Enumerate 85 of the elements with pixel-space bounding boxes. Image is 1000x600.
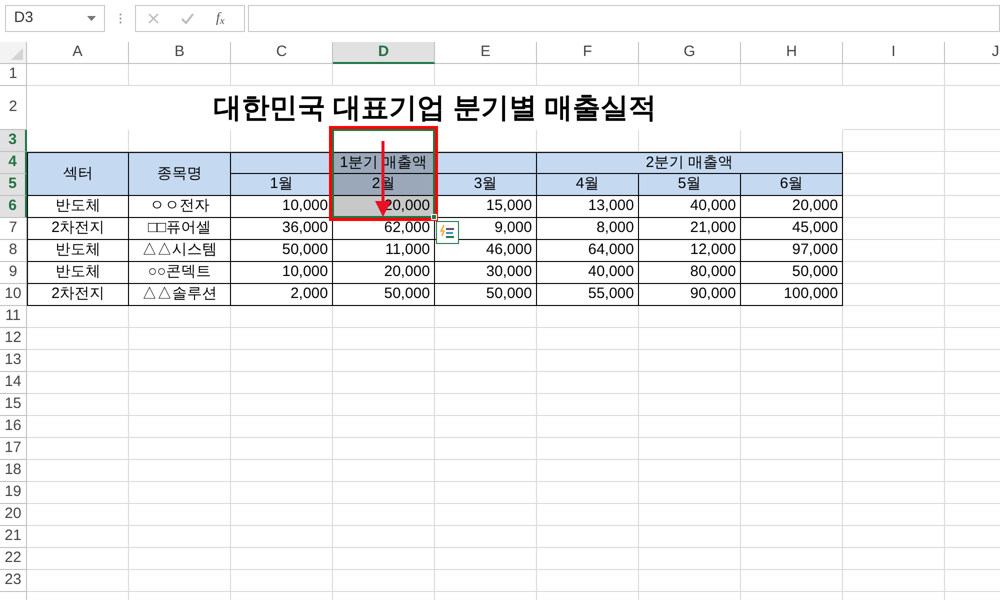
table-cell: 반도체 [27, 262, 129, 284]
row-header[interactable]: 4 [0, 152, 27, 174]
table-cell: △△시스템 [129, 240, 231, 262]
row-header[interactable]: 10 [0, 284, 27, 306]
header-cell: 3월 [435, 174, 537, 196]
row-header[interactable]: 14 [0, 372, 27, 394]
table-cell: 2차전지 [27, 218, 129, 240]
header-cell: 5월 [639, 174, 741, 196]
table-cell: 2차전지 [27, 284, 129, 306]
table-cell: 100,000 [741, 284, 843, 306]
table-cell: 97,000 [741, 240, 843, 262]
table-cell: 80,000 [639, 262, 741, 284]
table-cell: 50,000 [333, 284, 435, 306]
header-cell: 종목명 [129, 152, 231, 196]
table-cell: □□퓨어셀 [129, 218, 231, 240]
column-header[interactable]: D [333, 42, 435, 64]
column-header[interactable]: H [741, 42, 843, 64]
row-header[interactable]: 3 [0, 130, 27, 152]
table-cell: △△솔루션 [129, 284, 231, 306]
insert-function-button[interactable]: f$_{x}$ [216, 12, 225, 26]
table-cell: 45,000 [741, 218, 843, 240]
header-cell: 섹터 [27, 152, 129, 196]
header-cell: 4월 [537, 174, 639, 196]
cancel-icon[interactable] [148, 13, 159, 24]
table-cell: 64,000 [537, 240, 639, 262]
table-cell: 13,000 [537, 196, 639, 218]
table-cell: 36,000 [231, 218, 333, 240]
column-header[interactable]: E [435, 42, 537, 64]
column-header[interactable]: C [231, 42, 333, 64]
table-cell: 21,000 [639, 218, 741, 240]
row-header[interactable]: 18 [0, 460, 27, 482]
table-cell: 20,000 [741, 196, 843, 218]
table-cell: 50,000 [435, 284, 537, 306]
formula-input[interactable] [248, 5, 1000, 32]
table-cell: 30,000 [435, 262, 537, 284]
table-cell: 50,000 [741, 262, 843, 284]
table-cell: 50,000 [231, 240, 333, 262]
row-header[interactable]: 21 [0, 526, 27, 548]
row-header[interactable]: 13 [0, 350, 27, 372]
table-cell: 40,000 [537, 262, 639, 284]
table-cell: 11,000 [333, 240, 435, 262]
row-header[interactable]: 20 [0, 504, 27, 526]
row-header[interactable]: 2 [0, 86, 27, 130]
table-cell: ㅇㅇ전자 [129, 196, 231, 218]
row-header[interactable]: 19 [0, 482, 27, 504]
sheet-title: 대한민국 대표기업 분기별 매출실적 [27, 86, 843, 130]
dropdown-caret-icon[interactable] [87, 16, 96, 21]
table-cell: 12,000 [639, 240, 741, 262]
check-icon[interactable] [181, 13, 194, 24]
cell-reference: D3 [14, 8, 34, 28]
table-cell: 반도체 [27, 240, 129, 262]
row-header[interactable]: 11 [0, 306, 27, 328]
column-header[interactable]: B [129, 42, 231, 64]
table-cell: 20,000 [333, 262, 435, 284]
row-header[interactable]: 6 [0, 196, 27, 218]
table-cell: 8,000 [537, 218, 639, 240]
row-header[interactable]: 1 [0, 64, 27, 86]
row-header[interactable]: 22 [0, 548, 27, 570]
table-cell: 반도체 [27, 196, 129, 218]
row-header[interactable]: 7 [0, 218, 27, 240]
table-cell: 10,000 [231, 262, 333, 284]
table-cell: 90,000 [639, 284, 741, 306]
row-header[interactable]: 16 [0, 416, 27, 438]
row-header[interactable]: 12 [0, 328, 27, 350]
row-header[interactable]: 8 [0, 240, 27, 262]
column-header[interactable]: G [639, 42, 741, 64]
column-header[interactable]: F [537, 42, 639, 64]
table-cell: 40,000 [639, 196, 741, 218]
more-options-icon[interactable] [119, 13, 122, 24]
row-header[interactable]: 5 [0, 174, 27, 196]
group-header-cell: 2분기 매출액 [537, 152, 843, 174]
header-cell: 6월 [741, 174, 843, 196]
table-cell: 55,000 [537, 284, 639, 306]
column-header[interactable]: A [27, 42, 129, 64]
table-cell: 46,000 [435, 240, 537, 262]
quick-analysis-icon [440, 225, 455, 240]
row-header[interactable]: 9 [0, 262, 27, 284]
table-cell: 15,000 [435, 196, 537, 218]
table-cell: 2,000 [231, 284, 333, 306]
row-header[interactable]: 17 [0, 438, 27, 460]
column-header[interactable]: I [843, 42, 945, 64]
row-header[interactable]: 15 [0, 394, 27, 416]
row-header[interactable]: 23 [0, 570, 27, 592]
name-box[interactable]: D3 [5, 5, 105, 32]
table-cell: ○○콘덱트 [129, 262, 231, 284]
